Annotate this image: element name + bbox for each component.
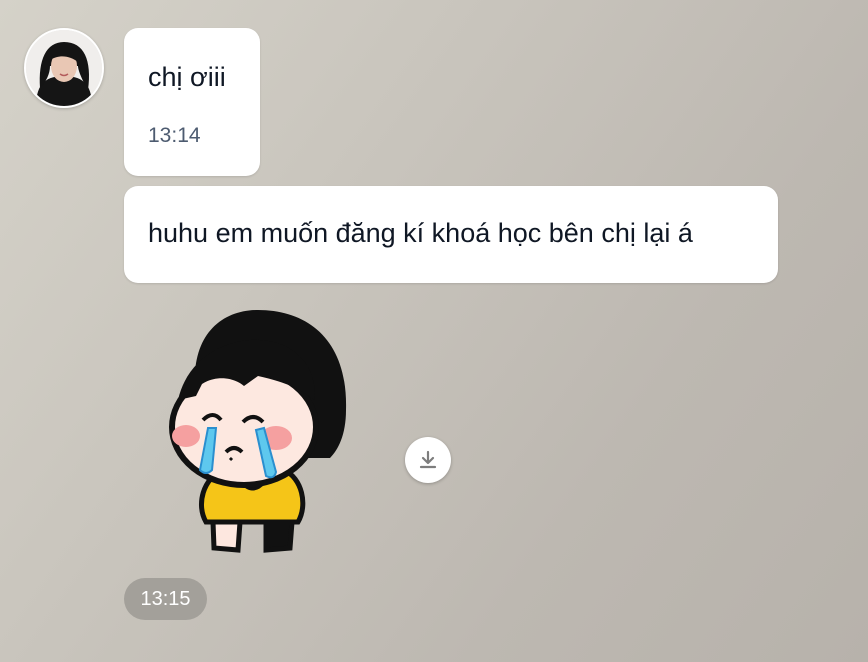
message-text: huhu em muốn đăng kí khoá học bên chị lạ… bbox=[148, 218, 693, 248]
crying-girl-sticker[interactable] bbox=[148, 300, 368, 560]
message-timestamp: 13:14 bbox=[148, 124, 201, 147]
download-button[interactable] bbox=[405, 437, 451, 483]
message-text: chị ơiii bbox=[148, 62, 226, 92]
download-icon bbox=[419, 450, 437, 469]
message-bubble[interactable]: huhu em muốn đăng kí khoá học bên chị lạ… bbox=[124, 186, 778, 283]
sender-avatar[interactable] bbox=[24, 28, 104, 108]
user-avatar-photo bbox=[26, 30, 102, 106]
message-bubble[interactable]: chị ơiii 13:14 bbox=[124, 28, 260, 176]
message-timestamp-pill: 13:15 bbox=[124, 578, 207, 620]
